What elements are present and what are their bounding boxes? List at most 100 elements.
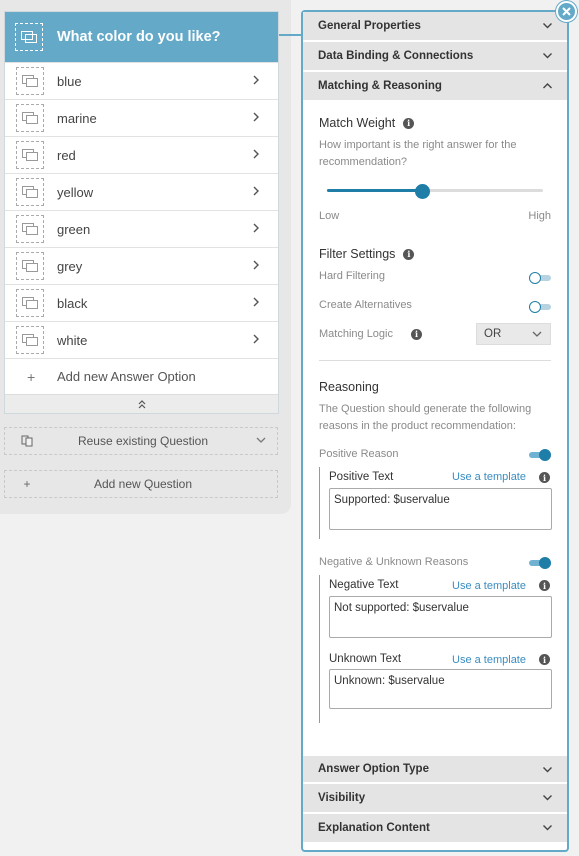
slider-high-label: High <box>528 210 551 222</box>
section-general-properties[interactable]: General Properties <box>303 12 567 42</box>
section-title: Matching & Reasoning <box>318 80 442 92</box>
slider-fill <box>327 189 423 192</box>
positive-text-label: Positive Text <box>329 471 394 483</box>
answer-option[interactable]: white <box>5 321 278 358</box>
info-icon[interactable]: i <box>411 329 422 340</box>
image-thumbnail-icon[interactable] <box>16 178 44 206</box>
answer-option[interactable]: red <box>5 136 278 173</box>
chevron-up-icon <box>543 83 552 89</box>
info-icon[interactable]: i <box>539 472 550 483</box>
image-thumbnail-icon[interactable] <box>16 252 44 280</box>
answer-option[interactable]: blue <box>5 62 278 99</box>
add-question-button[interactable]: + Add new Question <box>4 470 278 498</box>
chevron-down-icon <box>543 825 552 831</box>
answer-option[interactable]: black <box>5 284 278 321</box>
image-thumbnail-icon[interactable] <box>15 23 43 51</box>
add-answer-option-label: Add new Answer Option <box>57 369 196 384</box>
chevron-right-icon[interactable] <box>252 74 260 86</box>
answer-label: marine <box>57 110 97 126</box>
negative-unknown-label: Negative & Unknown Reasons <box>319 556 469 568</box>
filter-settings-heading: Filter Settings i <box>319 247 415 261</box>
matching-logic-row: Matching Logic i <box>319 326 422 343</box>
positive-reason-indent <box>319 467 320 539</box>
positive-text-input[interactable]: Supported: $uservalue <box>329 488 552 530</box>
add-answer-option-button[interactable]: + Add new Answer Option <box>5 358 278 394</box>
section-visibility[interactable]: Visibility <box>303 784 567 814</box>
slider-handle[interactable] <box>414 184 430 199</box>
info-icon[interactable]: i <box>403 117 415 129</box>
negative-text-label: Negative Text <box>329 579 399 591</box>
chevron-right-icon[interactable] <box>252 185 260 197</box>
use-template-link[interactable]: Use a template <box>452 471 526 483</box>
section-answer-option-type[interactable]: Answer Option Type <box>303 754 567 784</box>
answer-label: red <box>57 147 76 163</box>
chevron-right-icon[interactable] <box>252 222 260 234</box>
unknown-text-label: Unknown Text <box>329 653 402 665</box>
section-title: Data Binding & Connections <box>318 50 474 62</box>
matching-reasoning-body: Match Weight i How important is the righ… <box>303 102 567 754</box>
plus-icon: + <box>27 368 36 385</box>
reasoning-help: The Question should generate the followi… <box>319 403 532 432</box>
chevron-down-icon <box>543 23 552 29</box>
answer-label: blue <box>57 73 82 89</box>
hard-filtering-toggle[interactable] <box>529 272 551 284</box>
chevron-right-icon[interactable] <box>252 111 260 123</box>
answer-option[interactable]: grey <box>5 247 278 284</box>
chevron-down-icon <box>256 437 266 443</box>
negative-text-input[interactable]: Not supported: $uservalue <box>329 596 552 638</box>
image-thumbnail-icon[interactable] <box>16 326 44 354</box>
answer-label: white <box>57 332 88 348</box>
image-thumbnail-icon[interactable] <box>16 67 44 95</box>
image-thumbnail-icon[interactable] <box>16 215 44 243</box>
info-icon[interactable]: i <box>539 580 550 591</box>
section-explanation-content[interactable]: Explanation Content <box>303 814 567 844</box>
create-alternatives-toggle[interactable] <box>529 301 551 313</box>
matching-logic-select[interactable]: OR <box>476 323 551 345</box>
image-thumbnail-icon[interactable] <box>16 289 44 317</box>
reuse-question-button[interactable]: Reuse existing Question <box>4 427 278 455</box>
collapse-answers-button[interactable] <box>5 394 278 413</box>
use-template-link[interactable]: Use a template <box>452 580 526 592</box>
answer-option[interactable]: yellow <box>5 173 278 210</box>
chevron-right-icon[interactable] <box>252 148 260 160</box>
info-icon[interactable]: i <box>403 248 415 260</box>
double-chevron-up-icon <box>138 400 145 409</box>
use-template-link[interactable]: Use a template <box>452 654 526 666</box>
image-thumbnail-icon[interactable] <box>16 141 44 169</box>
image-thumbnail-icon[interactable] <box>16 104 44 132</box>
chevron-down-icon <box>543 767 552 773</box>
answer-list: blue marine red yellow green grey black … <box>5 62 278 358</box>
reuse-question-label: Reuse existing Question <box>77 434 209 448</box>
chevron-right-icon[interactable] <box>252 259 260 271</box>
create-alternatives-label: Create Alternatives <box>319 299 412 311</box>
section-title: Explanation Content <box>318 822 430 834</box>
positive-reason-label: Positive Reason <box>319 448 399 460</box>
match-weight-heading: Match Weight i <box>319 116 415 130</box>
close-icon[interactable] <box>556 1 577 22</box>
add-question-label: Add new Question <box>93 477 193 491</box>
chevron-right-icon[interactable] <box>252 333 260 345</box>
positive-reason-toggle[interactable] <box>529 449 551 461</box>
answer-label: grey <box>57 258 83 274</box>
chevron-down-icon <box>543 795 552 801</box>
chevron-right-icon[interactable] <box>252 296 260 308</box>
answer-option[interactable]: green <box>5 210 278 247</box>
question-header[interactable]: What color do you like? <box>5 12 278 62</box>
match-weight-help: How important is the right answer for th… <box>319 139 517 168</box>
question-card: What color do you like? blue marine red … <box>4 11 279 414</box>
match-weight-slider[interactable] <box>327 184 543 199</box>
negative-unknown-toggle[interactable] <box>529 557 551 569</box>
info-icon[interactable]: i <box>539 654 550 665</box>
section-matching-reasoning[interactable]: Matching & Reasoning <box>303 72 567 102</box>
negative-reason-indent <box>319 575 320 723</box>
reasoning-heading: Reasoning <box>319 380 379 394</box>
unknown-text-input[interactable]: Unknown: $uservalue <box>329 669 552 709</box>
section-title: Answer Option Type <box>318 763 429 775</box>
copy-icon <box>5 435 49 447</box>
section-data-binding[interactable]: Data Binding & Connections <box>303 42 567 72</box>
slider-low-label: Low <box>319 210 340 222</box>
answer-option[interactable]: marine <box>5 99 278 136</box>
question-title[interactable]: What color do you like? <box>57 29 221 45</box>
section-title: Visibility <box>318 792 366 804</box>
section-title: General Properties <box>318 20 421 32</box>
